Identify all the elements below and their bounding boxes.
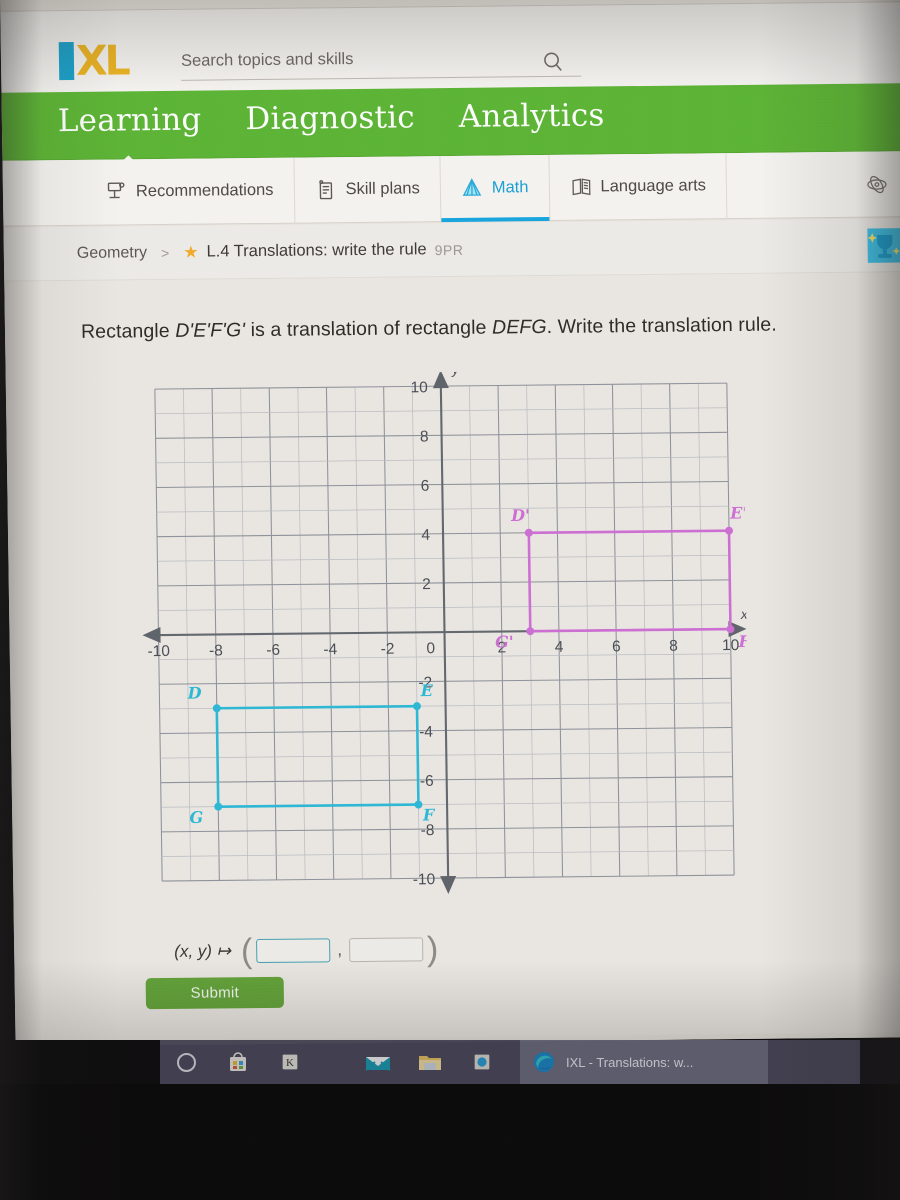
question-preimage-shape: DEFG [491, 316, 547, 339]
sub-nav-label-language-arts: Language arts [600, 176, 707, 196]
breadcrumb-subject[interactable]: Geometry [77, 244, 148, 263]
close-paren: ) [426, 930, 439, 969]
svg-text:0: 0 [426, 640, 435, 657]
svg-text:F': F' [737, 632, 750, 651]
svg-text:6: 6 [612, 638, 621, 655]
breadcrumb: Geometry > ★ L.4 Translations: write the… [3, 218, 900, 282]
graph-svg[interactable]: -10 -8 -6 -4 -2 0 2 4 6 8 10-10-8-6-4-2246810yxD EF… [139, 369, 751, 901]
svg-text:G: G [189, 808, 203, 827]
x-rule-input[interactable] [256, 938, 331, 964]
trophy-awards-icon[interactable] [861, 224, 900, 266]
svg-text:-10: -10 [413, 871, 436, 888]
svg-text:-6: -6 [266, 642, 280, 659]
taskbar-window-ixl[interactable]: IXL - Translations: w... [520, 1040, 768, 1084]
svg-text:y: y [451, 369, 460, 377]
taskbar-window-title: IXL - Translations: w... [566, 1054, 694, 1070]
math-pyramid-icon [461, 176, 483, 200]
sub-nav-item-language-arts[interactable]: Language arts [548, 152, 728, 221]
question-area: Rectangle D'E'F'G' is a translation of r… [4, 272, 900, 1042]
logo-xl-text: XL [75, 36, 129, 85]
active-nav-caret [116, 155, 141, 167]
open-paren: ( [240, 932, 253, 971]
breadcrumb-separator: > [160, 244, 170, 261]
ixl-logo[interactable]: XL [58, 36, 129, 85]
svg-text:-4: -4 [323, 641, 337, 658]
svg-text:E: E [420, 681, 434, 700]
windows-taskbar: K IXL - Translations: w... [160, 1040, 860, 1084]
breadcrumb-skill-title: L.4 Translations: write the rule [206, 240, 427, 261]
question-middle: is a translation of rectangle [244, 316, 493, 342]
breadcrumb-skill-code: 9PR [434, 241, 464, 258]
search-icon[interactable] [541, 50, 565, 74]
svg-text:K: K [286, 1057, 294, 1069]
svg-text:E': E' [729, 504, 747, 523]
star-icon[interactable]: ★ [183, 242, 199, 262]
mail-icon[interactable] [352, 1040, 404, 1084]
svg-text:10: 10 [722, 637, 740, 654]
svg-text:6: 6 [421, 478, 430, 495]
svg-text:-4: -4 [419, 724, 433, 741]
browser-screen: XL Learning Diagnostic Analytics [0, 0, 900, 1047]
svg-text:4: 4 [421, 527, 430, 544]
y-rule-input[interactable] [348, 937, 424, 963]
nav-item-analytics[interactable]: Analytics [458, 97, 604, 135]
question-prefix: Rectangle [80, 319, 176, 343]
svg-text:F: F [422, 805, 436, 824]
answer-comma: , [337, 940, 343, 960]
sub-nav-label-skill-plans: Skill plans [345, 179, 420, 199]
primary-nav: Learning Diagnostic Analytics [1, 83, 900, 161]
svg-text:-8: -8 [421, 822, 435, 839]
rule-label: (x, y) ↦ [174, 941, 232, 961]
ixl-page: XL Learning Diagnostic Analytics [0, 0, 900, 1047]
question-text: Rectangle D'E'F'G' is a translation of r… [81, 313, 881, 344]
taskbar-right-filler [860, 1040, 900, 1084]
monitor-photo: XL Learning Diagnostic Analytics [0, 0, 900, 1200]
file-explorer-icon[interactable] [404, 1040, 456, 1084]
recommendations-icon [105, 180, 127, 204]
sub-nav-item-recommendations[interactable]: Recommendations [84, 157, 295, 226]
svg-text:-2: -2 [381, 641, 395, 658]
coordinate-plane: -10 -8 -6 -4 -2 0 2 4 6 8 10 -10 -8 -6 -4 -2 2 4 6 8 10 y x D E F… [139, 369, 751, 901]
photo-bottom-dark-area [0, 1084, 900, 1200]
svg-text:8: 8 [669, 638, 678, 655]
svg-text:x: x [740, 606, 749, 622]
science-atom-icon [864, 172, 887, 196]
svg-text:-10: -10 [147, 643, 170, 660]
answer-row: (x, y) ↦ ( , ) [174, 930, 439, 971]
sub-nav-item-math[interactable]: Math [440, 154, 550, 222]
search-field-wrap[interactable] [180, 47, 582, 81]
microsoft-store-icon[interactable] [212, 1040, 264, 1084]
svg-text:10: 10 [410, 379, 428, 396]
nav-item-learning[interactable]: Learning [58, 102, 202, 139]
top-bar: XL [0, 1, 900, 95]
question-image-shape: D'E'F'G' [175, 319, 246, 342]
sub-nav-label-recommendations: Recommendations [135, 180, 274, 201]
cortana-circle-icon[interactable] [160, 1040, 212, 1084]
photos-icon[interactable] [456, 1040, 508, 1084]
svg-text:-6: -6 [420, 773, 434, 790]
sub-nav-item-skill-plans[interactable]: Skill plans [294, 155, 442, 224]
svg-text:G': G' [495, 632, 514, 651]
svg-text:-8: -8 [209, 642, 223, 659]
svg-text:2: 2 [422, 576, 431, 593]
kindle-k-icon[interactable]: K [264, 1040, 316, 1084]
svg-text:D': D' [510, 506, 530, 525]
question-suffix: . Write the translation rule. [546, 313, 777, 339]
search-input[interactable] [180, 47, 582, 71]
open-book-icon [569, 175, 591, 199]
logo-i-bar [58, 41, 75, 81]
nav-item-diagnostic[interactable]: Diagnostic [245, 99, 415, 137]
submit-button[interactable]: Submit [145, 976, 285, 1010]
edge-icon [534, 1052, 554, 1072]
svg-text:4: 4 [555, 639, 564, 656]
sub-nav-label-math: Math [491, 178, 529, 197]
skill-plans-icon [314, 178, 336, 202]
taskbar-left-filler [0, 1040, 160, 1084]
sub-nav-item-science[interactable] [854, 151, 895, 217]
svg-text:8: 8 [420, 428, 429, 445]
svg-text:D: D [186, 683, 201, 702]
